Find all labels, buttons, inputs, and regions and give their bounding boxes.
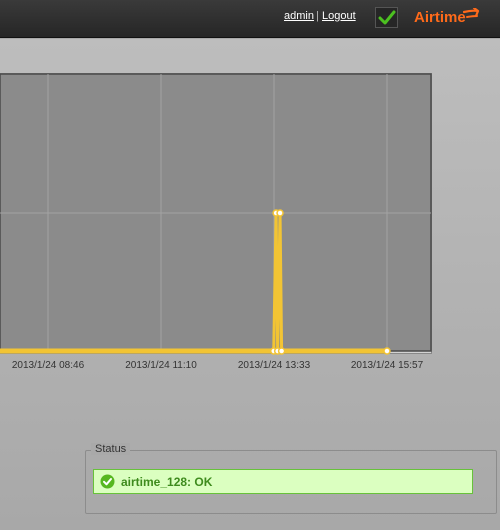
status-row: airtime_128: OK bbox=[93, 469, 473, 494]
x-tick-label: 2013/1/24 15:57 bbox=[351, 360, 424, 371]
data-point bbox=[276, 209, 284, 217]
ok-check-icon bbox=[100, 474, 115, 489]
x-tick-label: 2013/1/24 11:10 bbox=[125, 360, 197, 371]
x-tick-label: 2013/1/24 13:33 bbox=[238, 360, 311, 371]
data-point bbox=[277, 347, 286, 355]
status-message: airtime_128: OK bbox=[121, 475, 213, 489]
data-point bbox=[383, 347, 391, 355]
status-legend: Status bbox=[91, 443, 131, 455]
x-tick-label: 2013/1/24 08:46 bbox=[12, 360, 85, 371]
